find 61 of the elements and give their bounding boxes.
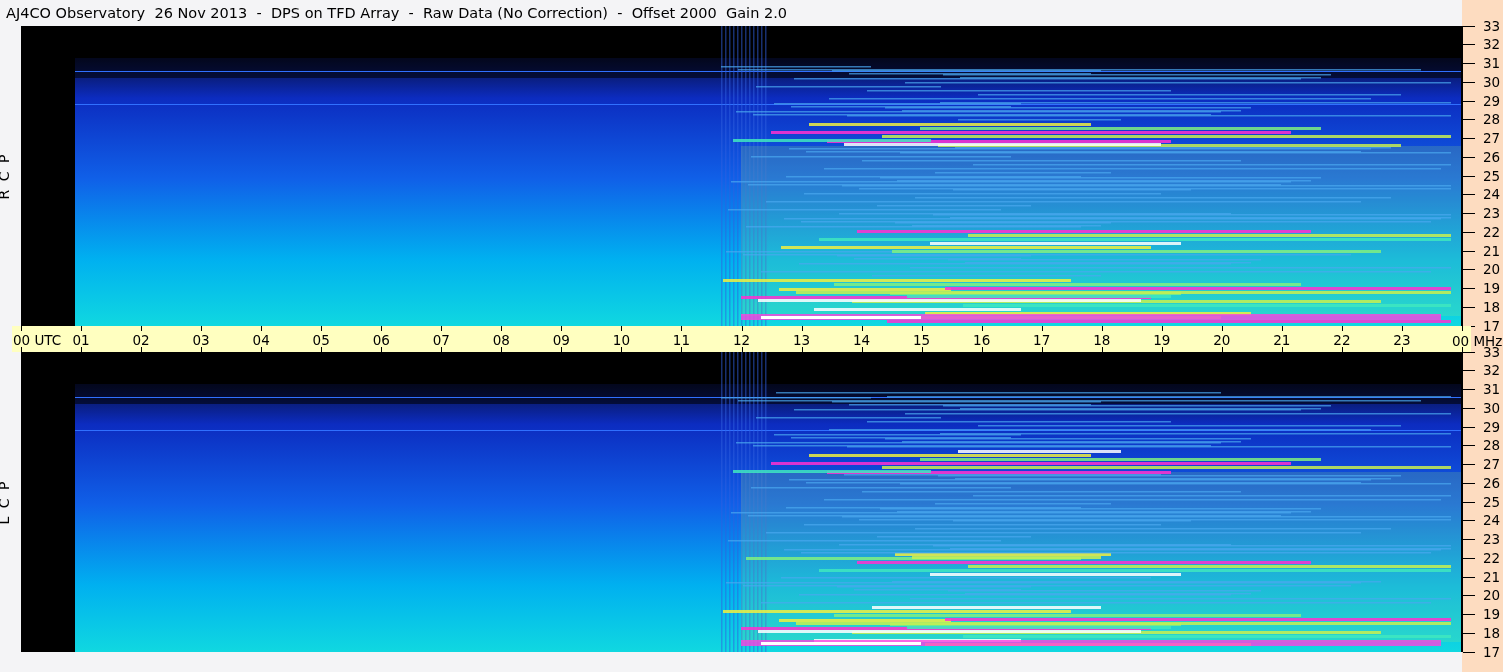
time-label: 03	[192, 333, 210, 348]
frequency-label: 21	[1483, 569, 1501, 585]
frequency-label: 32	[1483, 363, 1501, 379]
frequency-label: 18	[1483, 299, 1501, 315]
time-label: 11	[672, 333, 691, 348]
frequency-label: 27	[1483, 457, 1501, 472]
time-label: 08	[492, 333, 510, 348]
time-label: 07	[432, 333, 450, 348]
time-label: 04	[252, 333, 270, 348]
frequency-label: 32	[1483, 37, 1501, 53]
frequency-label: 19	[1483, 281, 1501, 296]
frequency-label: 30	[1483, 74, 1501, 90]
time-label: 19	[1153, 333, 1171, 348]
frequency-label: 17	[1483, 318, 1501, 334]
time-label: 20	[1213, 333, 1231, 348]
frequency-label: 27	[1483, 131, 1501, 146]
frequency-label: 18	[1483, 625, 1501, 641]
frequency-label: 21	[1483, 243, 1501, 259]
frequency-label: 25	[1483, 168, 1501, 184]
time-label: 12	[732, 333, 751, 348]
frequency-label: 33	[1483, 18, 1501, 34]
time-label: 00 UTC	[13, 333, 62, 348]
time-label: 13	[792, 333, 811, 348]
tick-mark	[1463, 651, 1475, 653]
time-label: 14	[853, 333, 871, 348]
frequency-label: 20	[1483, 262, 1501, 278]
frequency-label: 29	[1483, 93, 1501, 109]
frequency-label: 23	[1483, 532, 1501, 547]
frequency-label: 28	[1483, 438, 1501, 454]
time-label: 18	[1093, 333, 1111, 348]
frequency-label: 22	[1483, 224, 1501, 240]
frequency-label: 24	[1483, 513, 1501, 529]
frequency-label: 31	[1483, 382, 1501, 397]
time-label: 10	[612, 333, 630, 348]
time-label: 21	[1273, 333, 1291, 348]
frequency-label: 23	[1483, 206, 1501, 221]
frequency-label: 17	[1483, 644, 1501, 660]
frequency-label: 19	[1483, 607, 1501, 622]
time-label: 16	[973, 333, 991, 348]
frequency-label: 26	[1483, 475, 1501, 491]
time-label: 15	[913, 333, 931, 348]
time-label: 23	[1393, 333, 1411, 348]
chart-title: AJ4CO Observatory 26 Nov 2013 - DPS on TFD Array - Raw Data (No Correction) - Offset 2000 Gain 2.0	[6, 5, 787, 21]
time-label: 22	[1333, 333, 1351, 348]
time-label: 06	[372, 333, 390, 348]
time-label: 05	[312, 333, 330, 348]
frequency-label: 28	[1483, 112, 1501, 128]
frequency-label: 25	[1483, 494, 1501, 510]
time-label: 17	[1033, 333, 1051, 348]
frequency-label: 22	[1483, 550, 1501, 566]
frequency-label: 20	[1483, 588, 1501, 604]
channel-label: L C P	[0, 479, 13, 525]
time-label: 09	[552, 333, 570, 348]
frequency-label: 26	[1483, 149, 1501, 165]
channel-label: R C P	[0, 152, 13, 200]
frequency-label: 31	[1483, 56, 1501, 71]
time-label: 01	[72, 333, 90, 348]
frequency-label: 30	[1483, 400, 1501, 416]
frequency-label: 24	[1483, 187, 1501, 203]
time-label: 02	[132, 333, 150, 348]
frequency-label: 29	[1483, 419, 1501, 435]
